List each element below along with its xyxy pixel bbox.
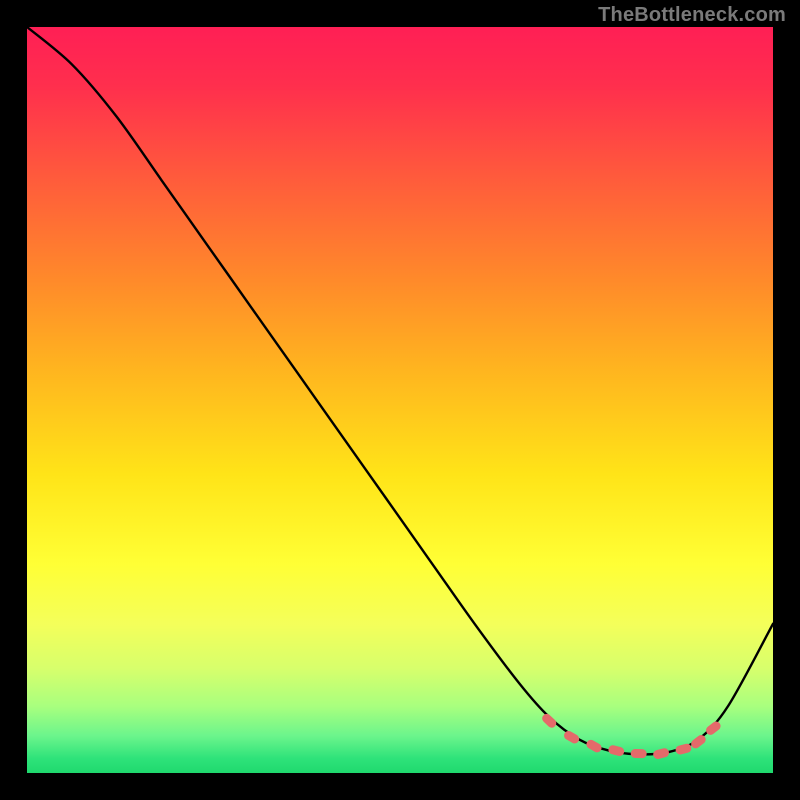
curve-marker [631,749,647,758]
curve-layer [27,27,773,773]
curve-marker [540,712,558,730]
curve-marker [689,733,707,750]
curve-marker [704,720,722,737]
chart-frame: TheBottleneck.com [0,0,800,800]
curve-marker [607,744,625,757]
curve-marker [585,738,603,754]
plot-gradient-area [27,27,773,773]
watermark-text: TheBottleneck.com [598,4,786,27]
curve-markers [540,712,722,760]
bottleneck-curve [27,27,773,754]
curve-marker [652,747,670,760]
